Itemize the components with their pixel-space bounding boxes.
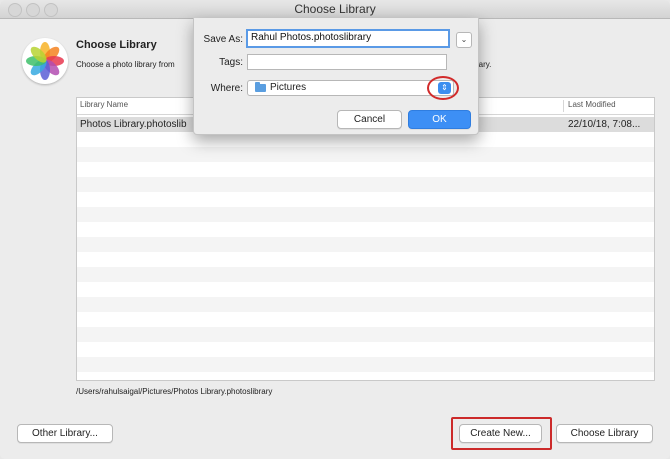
- photos-app-icon: [22, 38, 68, 84]
- empty-row: [77, 237, 654, 252]
- empty-row: [77, 357, 654, 372]
- dialog-subtext: Choose a photo library from: [76, 60, 175, 69]
- folder-icon: [255, 82, 266, 92]
- empty-row: [77, 162, 654, 177]
- where-value: Pictures: [270, 82, 307, 93]
- empty-row: [77, 312, 654, 327]
- empty-row: [77, 222, 654, 237]
- empty-row: [77, 267, 654, 282]
- empty-row: [77, 297, 654, 312]
- empty-row: [77, 327, 654, 342]
- create-new-button[interactable]: Create New...: [459, 424, 542, 443]
- title-bar[interactable]: Choose Library: [0, 0, 670, 19]
- empty-row: [77, 342, 654, 357]
- library-name-cell: Photos Library.photoslib: [80, 119, 187, 130]
- empty-row: [77, 252, 654, 267]
- empty-row: [77, 147, 654, 162]
- save-sheet: Save As: Rahul Photos.photoslibrary ⌄ Ta…: [193, 18, 479, 135]
- cancel-button[interactable]: Cancel: [337, 110, 402, 129]
- annotation-highlight-circle: [427, 76, 459, 100]
- last-modified-cell: 22/10/18, 7:08...: [568, 119, 641, 130]
- choose-library-button[interactable]: Choose Library: [556, 424, 653, 443]
- library-table[interactable]: Library Name Last Modified Photos Librar…: [76, 97, 655, 381]
- other-library-button[interactable]: Other Library...: [17, 424, 113, 443]
- empty-row: [77, 282, 654, 297]
- where-label: Where:: [210, 83, 243, 94]
- column-header-last-modified[interactable]: Last Modified: [568, 100, 616, 109]
- empty-row: [77, 177, 654, 192]
- chevron-down-icon: ⌄: [460, 35, 468, 44]
- window-title: Choose Library: [294, 2, 376, 16]
- where-dropdown[interactable]: Pictures ⇕: [247, 80, 454, 96]
- column-divider: [563, 100, 564, 112]
- save-as-label: Save As:: [203, 34, 243, 45]
- empty-row: [77, 207, 654, 222]
- save-as-input[interactable]: Rahul Photos.photoslibrary: [246, 29, 450, 48]
- expand-dialog-button[interactable]: ⌄: [456, 32, 472, 48]
- empty-row: [77, 192, 654, 207]
- selected-library-path: /Users/rahulsaigal/Pictures/Photos Libra…: [76, 387, 273, 396]
- ok-button[interactable]: OK: [408, 110, 471, 129]
- dialog-heading: Choose Library: [76, 39, 157, 51]
- column-header-library-name[interactable]: Library Name: [80, 100, 128, 109]
- tags-input[interactable]: [247, 54, 447, 70]
- choose-library-window: Choose Library Choose Library Choose a p…: [0, 0, 670, 459]
- tags-label: Tags:: [219, 57, 243, 68]
